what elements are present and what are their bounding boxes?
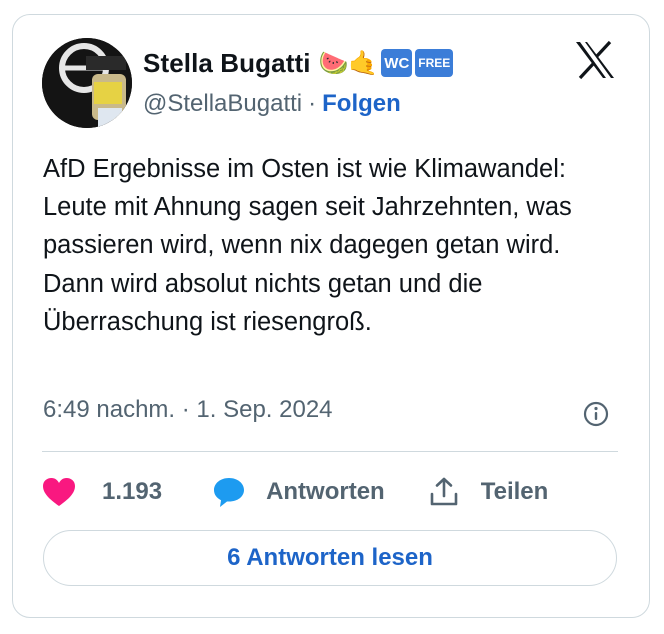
follow-button[interactable]: Folgen: [322, 90, 401, 118]
avatar-image: [42, 38, 132, 128]
share-icon: [430, 477, 458, 506]
x-logo-icon[interactable]: [574, 40, 616, 80]
author-name[interactable]: Stella Bugatti: [143, 48, 311, 79]
free-badge-icon: FREE: [415, 49, 454, 77]
author-badges: 🍉🤙 WC FREE: [319, 49, 454, 78]
reply-button[interactable]: Antworten: [212, 476, 385, 508]
tweet-text: AfD Ergebnisse im Osten ist wie Klimawan…: [43, 155, 572, 336]
like-button[interactable]: 1.193: [42, 477, 162, 507]
separator: ·: [308, 90, 317, 117]
speech-bubble-icon: [214, 478, 245, 507]
reply-label: Antworten: [266, 478, 385, 505]
tweet-timestamp[interactable]: 6:49 nachm. · 1. Sep. 2024: [43, 396, 333, 424]
share-button[interactable]: Teilen: [429, 476, 549, 508]
share-label: Teilen: [480, 478, 549, 505]
read-replies-button[interactable]: 6 Antworten lesen: [43, 530, 617, 586]
heart-icon: [43, 478, 75, 506]
author-name-row: Stella Bugatti 🍉🤙 WC FREE: [143, 44, 454, 82]
emoji-icons: 🍉🤙: [318, 49, 379, 77]
like-count: 1.193: [102, 478, 163, 505]
divider: [42, 451, 618, 452]
wc-badge-icon: WC: [381, 49, 413, 77]
author-handle[interactable]: @StellaBugatti: [143, 90, 302, 118]
avatar[interactable]: [42, 38, 132, 128]
action-bar: 1.193 Antworten Teilen: [42, 470, 548, 514]
info-icon[interactable]: [583, 401, 609, 427]
author-handle-row: @StellaBugatti · Folgen: [143, 88, 401, 120]
